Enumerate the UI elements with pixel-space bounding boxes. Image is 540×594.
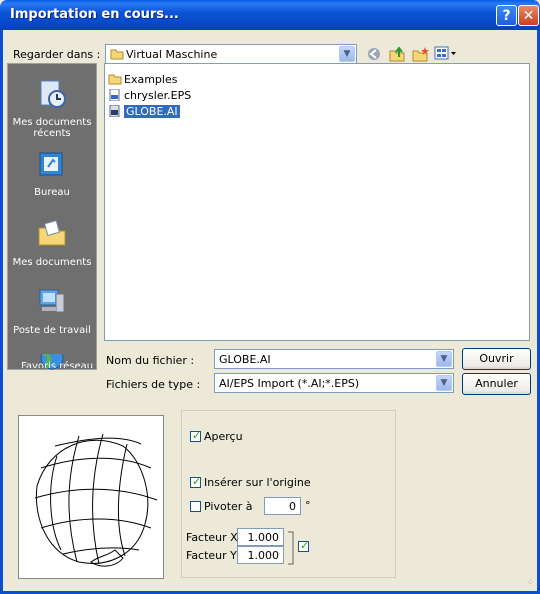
lock-proportions-checkbox[interactable]: ✓ xyxy=(298,539,312,553)
look-in-value: Virtual Maschine xyxy=(126,48,218,61)
view-menu-icon[interactable] xyxy=(434,46,458,62)
checkbox-label: Insérer sur l'origine xyxy=(204,476,311,489)
checkbox-icon: ✓ xyxy=(190,475,202,488)
file-list[interactable]: Examples chrysler.EPS GLOBE.AI xyxy=(104,63,530,341)
factor-y-input[interactable]: 1.000 xyxy=(237,546,284,564)
factor-x-label: Facteur X xyxy=(186,531,238,544)
my-computer-icon xyxy=(39,289,65,313)
degree-unit: ° xyxy=(305,499,311,512)
preview-pane xyxy=(18,415,164,579)
help-button[interactable]: ? xyxy=(496,5,517,26)
open-button[interactable]: Ouvrir xyxy=(462,348,531,370)
filename-input[interactable]: GLOBE.AI ▼ xyxy=(214,349,454,369)
back-icon[interactable] xyxy=(366,46,382,62)
look-in-combo[interactable]: Virtual Maschine ▼ xyxy=(105,44,357,64)
rotate-value: 0 xyxy=(289,500,296,513)
checkbox-icon xyxy=(190,501,201,512)
filetype-value: AI/EPS Import (*.AI;*.EPS) xyxy=(219,377,360,390)
checkbox-label: Pivoter à xyxy=(204,500,253,513)
list-item-selected[interactable]: GLOBE.AI xyxy=(108,105,180,120)
up-folder-icon[interactable] xyxy=(388,45,406,63)
chevron-down-icon[interactable]: ▼ xyxy=(436,351,452,367)
recent-documents-icon xyxy=(40,80,66,108)
folder-icon xyxy=(110,49,124,60)
checkbox-icon: ✓ xyxy=(190,429,202,442)
file-name: chrysler.EPS xyxy=(124,89,192,102)
filetype-select[interactable]: AI/EPS Import (*.AI;*.EPS) ▼ xyxy=(214,373,454,393)
place-recent[interactable]: Mes documents récents xyxy=(8,78,96,139)
factor-x-value: 1.000 xyxy=(247,531,280,544)
place-my-documents[interactable]: Mes documents xyxy=(8,218,96,268)
desktop-icon xyxy=(39,152,63,176)
factor-x-input[interactable]: 1.000 xyxy=(237,528,284,546)
cancel-button[interactable]: Annuler xyxy=(462,373,531,395)
place-desktop[interactable]: Bureau xyxy=(8,148,96,198)
checkbox-label: Aperçu xyxy=(204,430,243,443)
chevron-down-icon[interactable]: ▼ xyxy=(339,46,355,62)
ai-file-icon xyxy=(109,105,120,117)
insert-origin-checkbox[interactable]: ✓ Insérer sur l'origine xyxy=(190,475,311,489)
look-in-label: Regarder dans : xyxy=(13,48,101,61)
list-item[interactable]: chrysler.EPS xyxy=(108,89,191,104)
filename-label: Nom du fichier : xyxy=(106,354,195,367)
place-label: Poste de travail xyxy=(13,325,91,336)
file-name: Examples xyxy=(124,73,178,86)
filename-value: GLOBE.AI xyxy=(219,353,271,366)
my-documents-icon xyxy=(38,220,66,246)
place-label: Bureau xyxy=(34,187,70,198)
place-label: Mes documents xyxy=(12,257,92,268)
place-my-computer[interactable]: Poste de travail xyxy=(8,286,96,336)
file-name: GLOBE.AI xyxy=(124,105,180,118)
rotate-checkbox[interactable]: Pivoter à xyxy=(190,500,253,513)
chevron-down-icon[interactable]: ▼ xyxy=(436,375,452,391)
place-network-label: Favoris réseau xyxy=(21,361,93,368)
list-item[interactable]: Examples xyxy=(108,73,177,88)
eps-file-icon xyxy=(109,89,120,101)
window-title: Importation en cours... xyxy=(10,7,179,22)
place-label: Mes documents récents xyxy=(12,117,92,139)
factor-y-label: Facteur Y xyxy=(186,549,237,562)
factor-y-value: 1.000 xyxy=(247,549,280,562)
folder-icon xyxy=(108,74,122,85)
title-bar: Importation en cours... ? ✕ xyxy=(0,0,540,30)
preview-checkbox[interactable]: ✓ Aperçu xyxy=(190,429,243,443)
resize-grip-icon[interactable]: ⁘ xyxy=(526,578,534,588)
globe-preview-image xyxy=(34,433,158,567)
checkbox-icon: ✓ xyxy=(298,539,310,552)
places-bar: Mes documents récents Bureau Mes documen… xyxy=(7,63,97,370)
new-folder-icon[interactable] xyxy=(412,45,430,63)
rotate-angle-input[interactable]: 0 xyxy=(264,497,301,515)
filetype-label: Fichiers de type : xyxy=(106,378,201,391)
close-button[interactable]: ✕ xyxy=(518,5,539,26)
